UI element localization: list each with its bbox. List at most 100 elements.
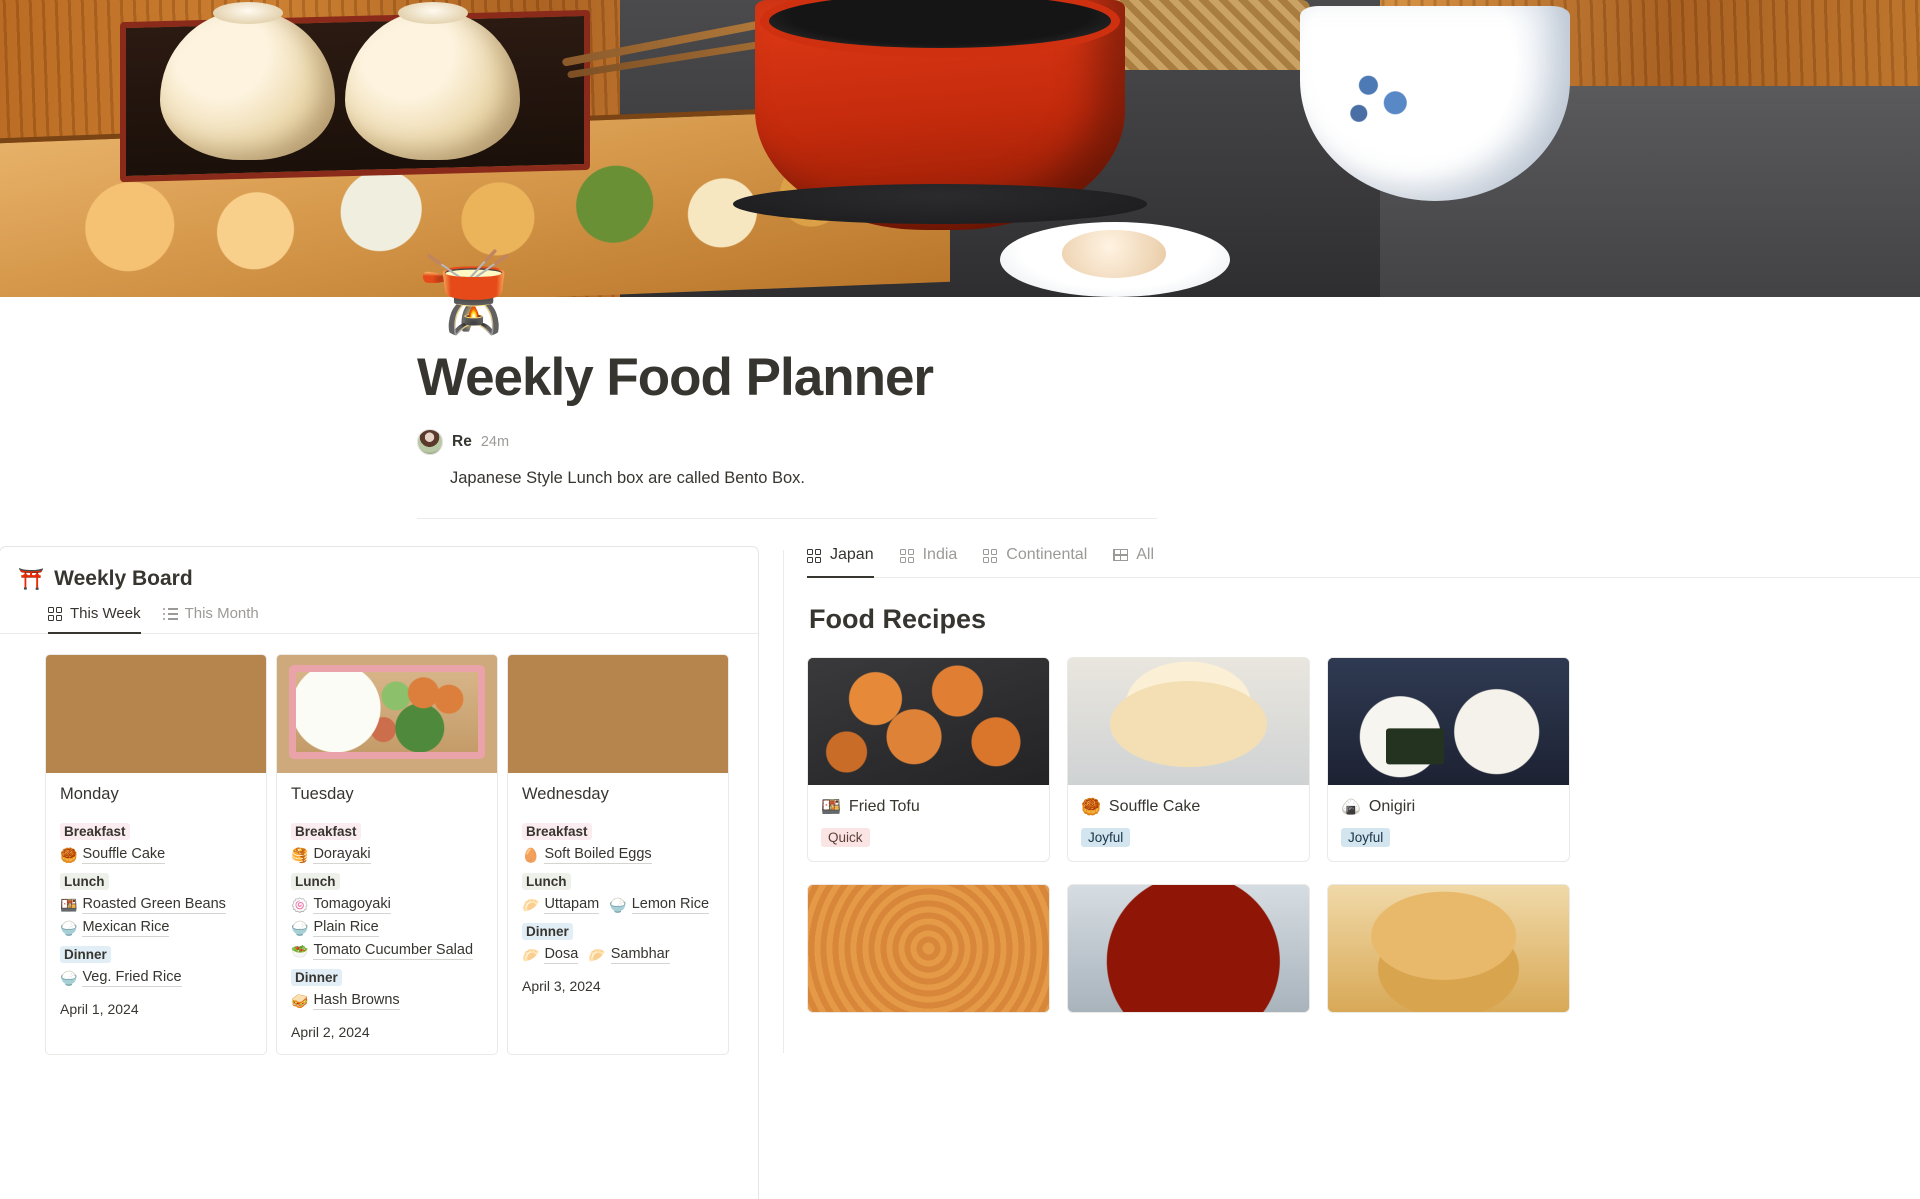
weekly-board-panel: ⛩️ Weekly Board This Week This Month Mon… (0, 546, 759, 1199)
tab-all[interactable]: All (1113, 546, 1154, 578)
timestamp: 24m (480, 434, 510, 451)
food-emoji-icon: 🥗 (291, 943, 309, 960)
recipes-section-title: Food Recipes (809, 604, 987, 635)
board-view-tabs: This Week This Month (0, 605, 758, 635)
recipe-card[interactable]: 🍱 Fried Tofu Quick (807, 657, 1050, 863)
meal-label-lunch: Lunch (291, 873, 340, 891)
tab-india[interactable]: India (899, 546, 958, 578)
meal-item-label: Lemon Rice (631, 896, 710, 915)
day-date: April 3, 2024 (522, 978, 601, 995)
tab-all-label: All (1136, 546, 1155, 564)
recipe-name: Onigiri (1368, 798, 1416, 816)
page-icon[interactable]: 🫕 (417, 253, 514, 331)
recipe-name: Fried Tofu (848, 798, 920, 816)
meal-item[interactable]: 🍥 Tomagoyaki (291, 896, 391, 915)
status-badge: Joyful (1341, 828, 1391, 848)
byline: Re 24m (417, 429, 1161, 456)
table-icon (1113, 548, 1129, 563)
cover-illustration (0, 0, 1920, 297)
meal-item[interactable]: 🍚 Mexican Rice (60, 919, 170, 938)
day-cover-image (508, 655, 728, 774)
meal-item[interactable]: 🍚 Plain Rice (291, 919, 379, 938)
recipe-image (808, 885, 1049, 1013)
food-emoji-icon: 🥟 (588, 947, 606, 964)
meal-item-label: Soft Boiled Eggs (544, 846, 652, 865)
recipe-card[interactable] (1327, 884, 1570, 1014)
recipe-name-row: 🍙 Onigiri (1341, 797, 1556, 817)
meal-item[interactable]: 🥟 Dosa (522, 946, 579, 965)
author-name: Re (452, 433, 472, 451)
recipe-category-tabs: Japan India Continental All (807, 546, 1920, 579)
meal-item[interactable]: 🥮 Souffle Cake (60, 846, 166, 865)
divider (417, 518, 1157, 520)
tab-japan[interactable]: Japan (807, 546, 874, 579)
board-title: Weekly Board (54, 567, 193, 591)
recipe-card[interactable]: 🍙 Onigiri Joyful (1327, 657, 1570, 863)
grid-icon (48, 606, 63, 622)
food-emoji-icon: 🥮 (1081, 799, 1101, 817)
meal-label-lunch: Lunch (60, 873, 109, 891)
meal-label-dinner: Dinner (60, 946, 111, 964)
page-title: Weekly Food Planner (417, 348, 934, 407)
meal-item[interactable]: 🍱 Roasted Green Beans (60, 896, 226, 915)
meal-item-label: Plain Rice (313, 919, 379, 938)
recipe-image (1328, 885, 1569, 1013)
meal-item[interactable]: 🥗 Tomato Cucumber Salad (291, 942, 474, 961)
tab-this-week-label: This Week (70, 605, 141, 623)
day-card[interactable]: Tuesday Breakfast 🥞 Dorayaki Lunch 🍥 Tom… (276, 654, 498, 1056)
tab-india-label: India (922, 546, 958, 564)
meal-item-label: Dosa (544, 946, 579, 965)
document-header: Weekly Food Planner Re 24m Japanese Styl… (417, 297, 1161, 488)
recipe-name: Souffle Cake (1108, 798, 1201, 816)
grid-icon (983, 548, 998, 563)
meal-item-label: Souffle Cake (82, 846, 166, 865)
meal-label-dinner: Dinner (291, 969, 342, 987)
meal-items-lunch: 🍥 Tomagoyaki 🍚 Plain Rice 🥗 Tomato Cucum… (291, 896, 483, 961)
meal-item[interactable]: 🍚 Veg. Fried Rice (60, 969, 182, 988)
recipe-grid-row-1: 🍱 Fried Tofu Quick 🥮 Souffle Cake Joyful (807, 657, 1920, 863)
tab-japan-label: Japan (830, 546, 874, 564)
meal-items-lunch: 🥟 Uttapam 🍚 Lemon Rice (522, 896, 714, 915)
food-emoji-icon: 🍚 (291, 920, 309, 937)
meal-item[interactable]: 🥚 Soft Boiled Eggs (522, 846, 652, 865)
meal-items-dinner: 🥟 Dosa 🥟 Sambhar (522, 946, 714, 965)
food-emoji-icon: 🍱 (60, 897, 78, 914)
meal-item[interactable]: 🥟 Uttapam (522, 896, 600, 915)
meal-item[interactable]: 🥪 Hash Browns (291, 992, 400, 1011)
day-name: Monday (60, 785, 119, 804)
cover-image (0, 0, 1920, 297)
avatar[interactable] (417, 429, 443, 456)
day-card[interactable]: Monday Breakfast 🥮 Souffle Cake Lunch 🍱 … (45, 654, 267, 1056)
day-name: Tuesday (291, 785, 354, 804)
meal-items-dinner: 🥪 Hash Browns (291, 992, 483, 1011)
meal-items-breakfast: 🥮 Souffle Cake (60, 846, 252, 865)
meal-item[interactable]: 🥟 Sambhar (588, 946, 670, 965)
meal-items-breakfast: 🥞 Dorayaki (291, 846, 483, 865)
day-card[interactable]: Wednesday Breakfast 🥚 Soft Boiled Eggs L… (507, 654, 729, 1056)
day-card-row: Monday Breakfast 🥮 Souffle Cake Lunch 🍱 … (0, 634, 758, 1056)
torii-gate-icon: ⛩️ (18, 567, 45, 591)
meal-items-dinner: 🍚 Veg. Fried Rice (60, 969, 252, 988)
meal-item[interactable]: 🍚 Lemon Rice (609, 896, 710, 915)
tab-this-week[interactable]: This Week (48, 605, 141, 635)
recipe-image (808, 658, 1049, 786)
list-icon (162, 606, 178, 621)
meal-item-label: Hash Browns (313, 992, 400, 1011)
recipe-card[interactable] (807, 884, 1050, 1014)
meal-label-lunch: Lunch (522, 873, 571, 891)
food-recipes-panel: Japan India Continental All Food Recipes (759, 546, 1920, 1054)
tab-continental[interactable]: Continental (983, 546, 1087, 578)
tab-this-month[interactable]: This Month (162, 605, 259, 634)
meal-item[interactable]: 🥞 Dorayaki (291, 846, 371, 865)
meal-item-label: Dorayaki (313, 846, 371, 865)
food-emoji-icon: 🥪 (291, 993, 309, 1010)
recipe-card[interactable] (1067, 884, 1310, 1014)
grid-icon (807, 548, 822, 563)
food-emoji-icon: 🍚 (609, 897, 627, 914)
meal-item-label: Mexican Rice (82, 919, 170, 938)
day-cover-image (277, 655, 497, 774)
recipe-card[interactable]: 🥮 Souffle Cake Joyful (1067, 657, 1310, 863)
recipe-image (1328, 658, 1569, 786)
food-emoji-icon: 🍥 (291, 897, 309, 914)
food-emoji-icon: 🥟 (522, 947, 540, 964)
